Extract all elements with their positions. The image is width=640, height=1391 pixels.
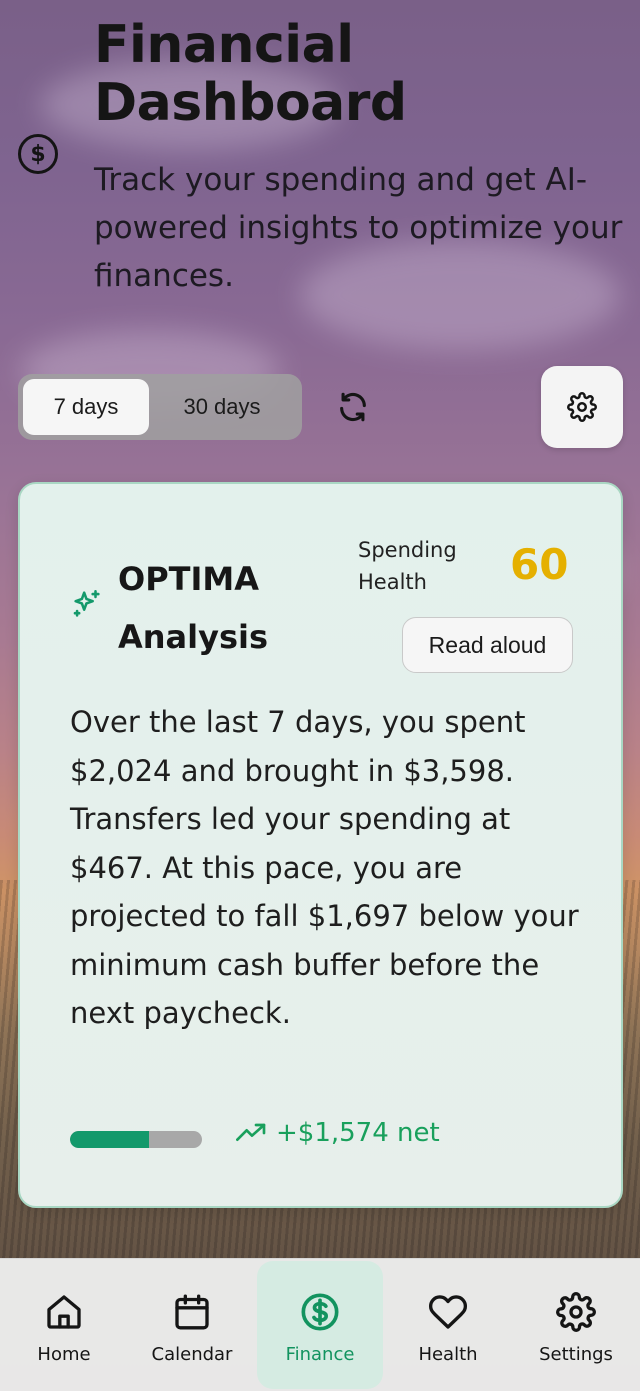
nav-item-calendar[interactable]: Calendar: [128, 1259, 256, 1391]
dollar-circle-icon: [301, 1293, 339, 1331]
home-icon: [47, 1295, 81, 1329]
net-progress-fill: [70, 1131, 150, 1148]
nav-label-home: Home: [37, 1344, 91, 1365]
spending-health-score: 60: [510, 540, 569, 589]
nav-item-health[interactable]: Health: [384, 1259, 512, 1391]
nav-label-finance: Finance: [285, 1344, 355, 1365]
calendar-icon: [175, 1294, 209, 1330]
nav-item-settings[interactable]: Settings: [512, 1259, 640, 1391]
net-progress-bar: [70, 1131, 202, 1148]
nav-label-calendar: Calendar: [151, 1344, 233, 1365]
trending-up-icon: [236, 1123, 266, 1141]
gear-icon: [567, 392, 597, 422]
range-30-days-button[interactable]: 30 days: [149, 379, 295, 435]
analysis-text: Over the last 7 days, you spent $2,024 a…: [70, 705, 579, 1030]
refresh-icon: [340, 392, 366, 422]
gear-icon: [556, 1292, 596, 1332]
sparkles-icon: [73, 589, 100, 617]
analysis-card: OPTIMA Analysis Spending Health 60 Read …: [18, 482, 623, 1208]
settings-button[interactable]: [541, 366, 623, 448]
refresh-button[interactable]: [328, 382, 378, 432]
dollar-circle-icon: $: [18, 134, 58, 174]
read-aloud-button[interactable]: Read aloud: [402, 617, 573, 673]
nav-label-health: Health: [418, 1344, 478, 1365]
range-toggle: 7 days 30 days: [18, 374, 302, 440]
heart-icon: [428, 1295, 468, 1329]
analysis-title: OPTIMA Analysis: [118, 560, 269, 656]
net-summary: +$1,574 net: [236, 1118, 440, 1148]
nav-item-finance[interactable]: Finance: [256, 1259, 384, 1391]
page-subtitle: Track your spending and get AI-powered i…: [94, 162, 623, 294]
range-7-days-button[interactable]: 7 days: [23, 379, 149, 435]
nav-item-home[interactable]: Home: [0, 1259, 128, 1391]
page-title: Financial Dashboard: [94, 15, 407, 133]
page-header: $ Financial Dashboard Track your spendin…: [0, 0, 640, 320]
net-amount: +$1,574 net: [276, 1118, 440, 1148]
nav-label-settings: Settings: [539, 1344, 613, 1365]
bottom-nav: Home Calendar Finance Health Settings: [0, 1258, 640, 1391]
spending-health-label: Spending Health: [358, 538, 457, 594]
